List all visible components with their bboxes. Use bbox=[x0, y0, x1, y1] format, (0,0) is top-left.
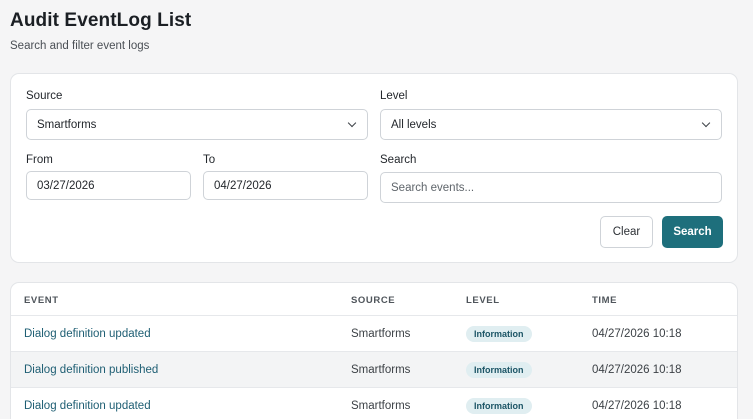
source-select[interactable]: Smartforms bbox=[26, 109, 368, 140]
page-subtitle: Search and filter event logs bbox=[10, 40, 150, 52]
level-cell: Information bbox=[466, 388, 532, 419]
search-input[interactable] bbox=[391, 181, 721, 194]
event-link[interactable]: Dialog definition updated bbox=[24, 388, 151, 419]
table-row[interactable]: Dialog definition updated Smartforms Inf… bbox=[11, 388, 737, 419]
time-cell: 04/27/2026 10:18 bbox=[592, 364, 682, 376]
from-label: From bbox=[26, 154, 53, 166]
table-row[interactable]: Dialog definition published Smartforms I… bbox=[11, 352, 737, 388]
column-header-level: LEVEL bbox=[466, 295, 500, 306]
search-button[interactable]: Search bbox=[662, 216, 723, 248]
column-header-time: TIME bbox=[592, 295, 618, 306]
time-cell: 04/27/2026 10:18 bbox=[592, 400, 682, 412]
source-label: Source bbox=[26, 90, 63, 102]
clear-button[interactable]: Clear bbox=[600, 216, 653, 248]
chevron-down-icon bbox=[701, 118, 711, 127]
level-select[interactable]: All levels bbox=[380, 109, 722, 140]
level-cell: Information bbox=[466, 352, 532, 388]
page-title: Audit EventLog List bbox=[10, 10, 192, 31]
level-badge: Information bbox=[466, 362, 532, 378]
level-cell: Information bbox=[466, 316, 532, 352]
source-cell: Smartforms bbox=[351, 364, 411, 376]
event-log-table: EVENT SOURCE LEVEL TIME Dialog definitio… bbox=[10, 282, 738, 419]
search-label: Search bbox=[380, 154, 417, 166]
event-link[interactable]: Dialog definition published bbox=[24, 352, 158, 388]
table-row[interactable]: Dialog definition updated Smartforms Inf… bbox=[11, 316, 737, 352]
from-date-field[interactable]: 03/27/2026 bbox=[26, 171, 191, 200]
column-header-event: EVENT bbox=[24, 295, 59, 306]
search-field bbox=[380, 172, 722, 203]
time-cell: 04/27/2026 10:18 bbox=[592, 328, 682, 340]
source-cell: Smartforms bbox=[351, 400, 411, 412]
event-link[interactable]: Dialog definition updated bbox=[24, 316, 151, 352]
level-badge: Information bbox=[466, 398, 532, 414]
filter-panel: Source Smartforms Level All levels From … bbox=[10, 73, 738, 263]
source-cell: Smartforms bbox=[351, 328, 411, 340]
level-badge: Information bbox=[466, 326, 532, 342]
to-date-field[interactable]: 04/27/2026 bbox=[203, 171, 368, 200]
source-select-value: Smartforms bbox=[37, 118, 97, 131]
to-date-value: 04/27/2026 bbox=[214, 179, 272, 192]
column-header-source: SOURCE bbox=[351, 295, 396, 306]
chevron-down-icon bbox=[347, 118, 357, 127]
level-select-value: All levels bbox=[391, 118, 437, 131]
from-date-value: 03/27/2026 bbox=[37, 179, 95, 192]
level-label: Level bbox=[380, 90, 408, 102]
to-label: To bbox=[203, 154, 216, 166]
table-header: EVENT SOURCE LEVEL TIME bbox=[11, 283, 737, 316]
